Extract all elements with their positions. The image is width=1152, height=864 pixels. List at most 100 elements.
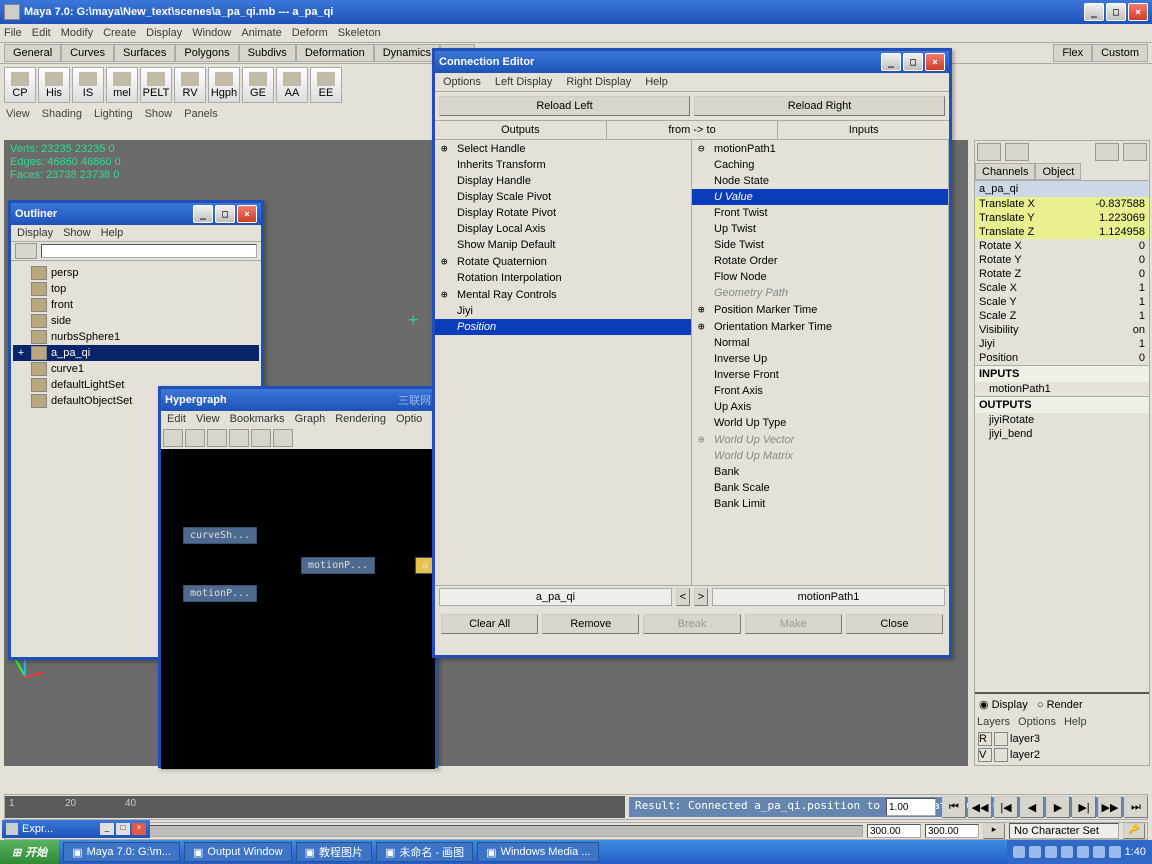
shelf-button[interactable]: Hgph (208, 67, 240, 103)
attr-item[interactable]: Bank Limit (692, 496, 948, 512)
layer-row[interactable]: Rlayer3 (977, 731, 1147, 747)
system-tray[interactable]: 1:40 (1007, 840, 1152, 864)
menu-item[interactable]: Edit (167, 413, 186, 425)
attr-item[interactable]: ⊕Mental Ray Controls (435, 286, 691, 303)
attr-item[interactable]: Up Axis (692, 399, 948, 415)
minimize-button[interactable]: _ (881, 53, 901, 71)
main-titlebar[interactable]: Maya 7.0: G:\maya\New_text\scenes\a_pa_q… (0, 0, 1152, 24)
input-node[interactable]: motionPath1 (975, 382, 1149, 396)
end-button[interactable]: ⏭ (1124, 796, 1148, 818)
object-name[interactable]: a_pa_qi (975, 181, 1149, 197)
clear-all-button[interactable]: Clear All (441, 614, 538, 634)
channel-row[interactable]: Rotate Y0 (975, 253, 1149, 267)
menu-item[interactable]: Panels (184, 108, 218, 120)
attr-item[interactable]: Inherits Transform (435, 157, 691, 173)
attr-item[interactable]: Bank Scale (692, 480, 948, 496)
attr-item[interactable]: Rotation Interpolation (435, 270, 691, 286)
menu-item[interactable]: Display (146, 27, 182, 39)
shelf-tab[interactable]: Subdivs (239, 44, 296, 62)
shelf-button[interactable]: IS (72, 67, 104, 103)
attr-item[interactable]: Show Manip Default (435, 237, 691, 253)
attr-item[interactable]: Inverse Up (692, 351, 948, 367)
arrow-left-button[interactable]: < (676, 588, 690, 606)
menu-item[interactable]: Animate (241, 27, 281, 39)
tray-icon[interactable] (1029, 846, 1041, 858)
close-button[interactable]: × (1128, 3, 1148, 21)
outliner-item[interactable]: top (13, 281, 259, 297)
outliner-item[interactable]: curve1 (13, 361, 259, 377)
channel-value[interactable]: 1 (1085, 282, 1145, 294)
shelf-tab[interactable]: Curves (61, 44, 114, 62)
clock[interactable]: 1:40 (1125, 846, 1146, 858)
toolbar-button[interactable] (273, 429, 293, 447)
channel-row[interactable]: Rotate X0 (975, 239, 1149, 253)
attr-item[interactable]: Rotate Order (692, 253, 948, 269)
attr-item[interactable]: Display Handle (435, 173, 691, 189)
menu-item[interactable]: Display (17, 227, 53, 239)
attr-item[interactable]: Normal (692, 335, 948, 351)
display-radio[interactable]: ◉ Display (979, 699, 1028, 711)
expand-icon[interactable]: ⊕ (441, 142, 451, 155)
layer-vis-box[interactable]: V (978, 748, 992, 762)
close-button[interactable]: × (237, 205, 257, 223)
taskbar-item[interactable]: ▣Output Window (184, 842, 292, 862)
hypergraph-node[interactable]: motionP... (183, 585, 257, 602)
channel-value[interactable]: 1.223069 (1085, 212, 1145, 224)
attr-item[interactable]: Geometry Path (692, 285, 948, 301)
menu-item[interactable]: File (4, 27, 22, 39)
layer-type-box[interactable] (994, 732, 1008, 746)
attr-item[interactable]: Display Scale Pivot (435, 189, 691, 205)
shelf-button[interactable]: His (38, 67, 70, 103)
expand-icon[interactable]: ⊖ (698, 142, 708, 155)
channel-value[interactable]: 0 (1085, 240, 1145, 252)
make-button[interactable]: Make (745, 614, 842, 634)
menu-item[interactable]: Edit (32, 27, 51, 39)
attr-item[interactable]: Display Rotate Pivot (435, 205, 691, 221)
toolbar-button[interactable] (185, 429, 205, 447)
menu-item[interactable]: Lighting (94, 108, 133, 120)
render-radio[interactable]: ○ Render (1037, 699, 1083, 711)
minimize-button[interactable]: _ (100, 823, 114, 835)
tab-object[interactable]: Object (1035, 163, 1081, 180)
menu-item[interactable]: Show (145, 108, 173, 120)
expand-icon[interactable]: ⊕ (441, 255, 451, 268)
hypergraph-window[interactable]: Hypergraph 三联网 EditViewBookmarksGraphRen… (158, 386, 438, 768)
toolbar-button[interactable] (207, 429, 227, 447)
charset-btn[interactable]: ▸ (983, 823, 1005, 839)
menu-item[interactable]: Skeleton (338, 27, 381, 39)
toggle-icon[interactable] (977, 143, 1001, 161)
step-fwd-button[interactable]: ▶▶ (1098, 796, 1122, 818)
shelf-button[interactable]: RV (174, 67, 206, 103)
attr-item[interactable]: Jiyi (435, 303, 691, 319)
taskbar-item[interactable]: ▣教程图片 (296, 842, 372, 862)
close-button[interactable]: × (925, 53, 945, 71)
expand-icon[interactable]: ⊕ (441, 288, 451, 301)
toolbar-button[interactable] (163, 429, 183, 447)
output-node[interactable]: jiyiRotate (975, 413, 1149, 427)
attr-item[interactable]: ⊖motionPath1 (692, 140, 948, 157)
shelf-tab[interactable]: Polygons (175, 44, 238, 62)
menu-item[interactable]: Options (1018, 716, 1056, 728)
attr-item[interactable]: Side Twist (692, 237, 948, 253)
rewind-button[interactable]: ⏮ (942, 796, 966, 818)
filter-field[interactable] (41, 244, 257, 258)
tray-icon[interactable] (1061, 846, 1073, 858)
outliner-item[interactable]: +a_pa_qi (13, 345, 259, 361)
expand-icon[interactable]: ⊕ (698, 433, 708, 446)
maximize-button[interactable]: □ (903, 53, 923, 71)
taskbar-item[interactable]: ▣Windows Media ... (477, 842, 599, 862)
output-node[interactable]: jiyi_bend (975, 427, 1149, 441)
layer-row[interactable]: Vlayer2 (977, 747, 1147, 763)
menu-item[interactable]: Right Display (566, 76, 631, 88)
channel-row[interactable]: Translate Y1.223069 (975, 211, 1149, 225)
layer-vis-box[interactable]: R (978, 732, 992, 746)
menu-item[interactable]: Rendering (335, 413, 386, 425)
attr-item[interactable]: Front Twist (692, 205, 948, 221)
close-button[interactable]: Close (846, 614, 943, 634)
toolbar-button[interactable] (229, 429, 249, 447)
attr-item[interactable]: World Up Matrix (692, 448, 948, 464)
play-button[interactable]: ▶ (1046, 796, 1070, 818)
attr-item[interactable]: Up Twist (692, 221, 948, 237)
menu-item[interactable]: Bookmarks (230, 413, 285, 425)
reload-left-button[interactable]: Reload Left (439, 96, 690, 116)
